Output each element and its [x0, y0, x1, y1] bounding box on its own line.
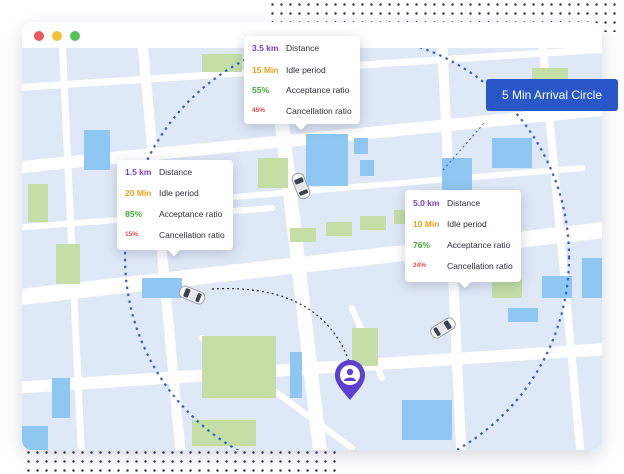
minimize-window-button[interactable]: [52, 31, 62, 41]
acceptance-ratio-value: 85%: [125, 209, 143, 219]
idle-period-value: 20 Min: [125, 188, 152, 198]
distance-value: 5.0 km: [413, 198, 440, 208]
maximize-window-button[interactable]: [70, 31, 80, 41]
idle-period-value: 10 Min: [413, 219, 440, 229]
acceptance-ratio-label: Acceptance ratio: [159, 209, 223, 219]
driver-info-card: 5.0 km Distance 10 Min Idle period 76% A…: [405, 190, 521, 289]
cancellation-ratio-label: Cancellation ratio: [286, 106, 352, 116]
distance-value: 3.5 km: [252, 43, 279, 53]
close-window-button[interactable]: [34, 31, 44, 41]
distance-label: Distance: [286, 43, 320, 53]
idle-period-label: Idle period: [159, 188, 199, 198]
acceptance-ratio-value: 76%: [413, 240, 431, 250]
cancellation-ratio-label: Cancellation ratio: [447, 261, 513, 271]
cancellation-ratio-value: 24%: [413, 262, 427, 269]
idle-period-label: Idle period: [447, 219, 487, 229]
idle-period-value: 15 Min: [252, 65, 279, 75]
distance-value: 1.5 km: [125, 167, 152, 177]
driver-info-card: 1.5 km Distance 20 Min Idle period 85% A…: [117, 160, 233, 257]
cancellation-ratio-value: 15%: [125, 231, 139, 238]
acceptance-ratio-label: Acceptance ratio: [447, 240, 511, 250]
distance-label: Distance: [447, 198, 481, 208]
driver-info-card: 3.5 km Distance 15 Min Idle period 55% A…: [244, 36, 360, 131]
decorative-dot-grid-bottom: [24, 448, 336, 472]
acceptance-ratio-value: 55%: [252, 85, 270, 95]
cancellation-ratio-value: 45%: [252, 107, 266, 114]
distance-label: Distance: [159, 167, 193, 177]
arrival-circle-label: 5 Min Arrival Circle: [486, 79, 618, 111]
acceptance-ratio-label: Acceptance ratio: [286, 85, 350, 95]
cancellation-ratio-label: Cancellation ratio: [159, 230, 225, 240]
idle-period-label: Idle period: [286, 65, 326, 75]
